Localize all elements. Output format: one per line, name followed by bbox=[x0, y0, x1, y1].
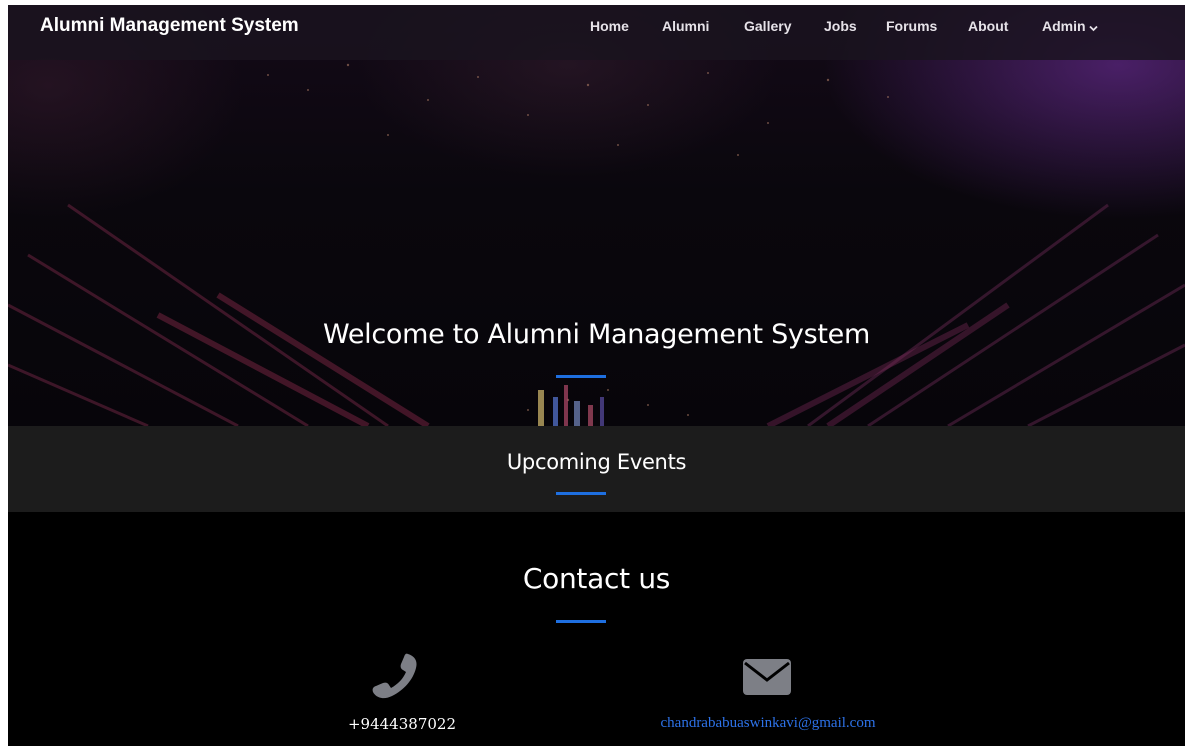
events-title: Upcoming Events bbox=[506, 450, 687, 474]
nav-admin-label: Admin bbox=[1042, 18, 1086, 34]
contact-phone: +9444387022 bbox=[347, 715, 456, 733]
nav-jobs[interactable]: Jobs bbox=[824, 18, 857, 34]
nav-admin-dropdown[interactable]: Admin bbox=[1042, 18, 1098, 35]
chevron-down-icon bbox=[1088, 19, 1098, 35]
contact-section: Contact us +9444387022 chandrababuaswink… bbox=[8, 512, 1185, 746]
hero-title: Welcome to Alumni Management System bbox=[323, 319, 870, 350]
contact-email-link[interactable]: chandrababuaswinkavi@gmail.com bbox=[598, 715, 938, 732]
envelope-icon bbox=[743, 659, 791, 695]
nav-gallery[interactable]: Gallery bbox=[744, 18, 791, 34]
phone-icon bbox=[372, 653, 417, 699]
nav-home[interactable]: Home bbox=[590, 18, 629, 34]
contact-title: Contact us bbox=[522, 562, 671, 595]
nav-forums[interactable]: Forums bbox=[886, 18, 937, 34]
nav-about[interactable]: About bbox=[968, 18, 1008, 34]
hero-background-art bbox=[8, 63, 1185, 426]
events-title-divider bbox=[556, 492, 606, 495]
upcoming-events-section: Upcoming Events bbox=[8, 426, 1185, 512]
nav-alumni[interactable]: Alumni bbox=[662, 18, 709, 34]
site-brand[interactable]: Alumni Management System bbox=[40, 15, 299, 37]
top-navbar: Alumni Management System Home Alumni Gal… bbox=[8, 5, 1185, 60]
hero-title-divider bbox=[556, 375, 606, 378]
page-frame: Alumni Management System Home Alumni Gal… bbox=[8, 5, 1185, 746]
hero-section: Alumni Management System Home Alumni Gal… bbox=[8, 5, 1185, 426]
contact-title-divider bbox=[556, 620, 606, 623]
